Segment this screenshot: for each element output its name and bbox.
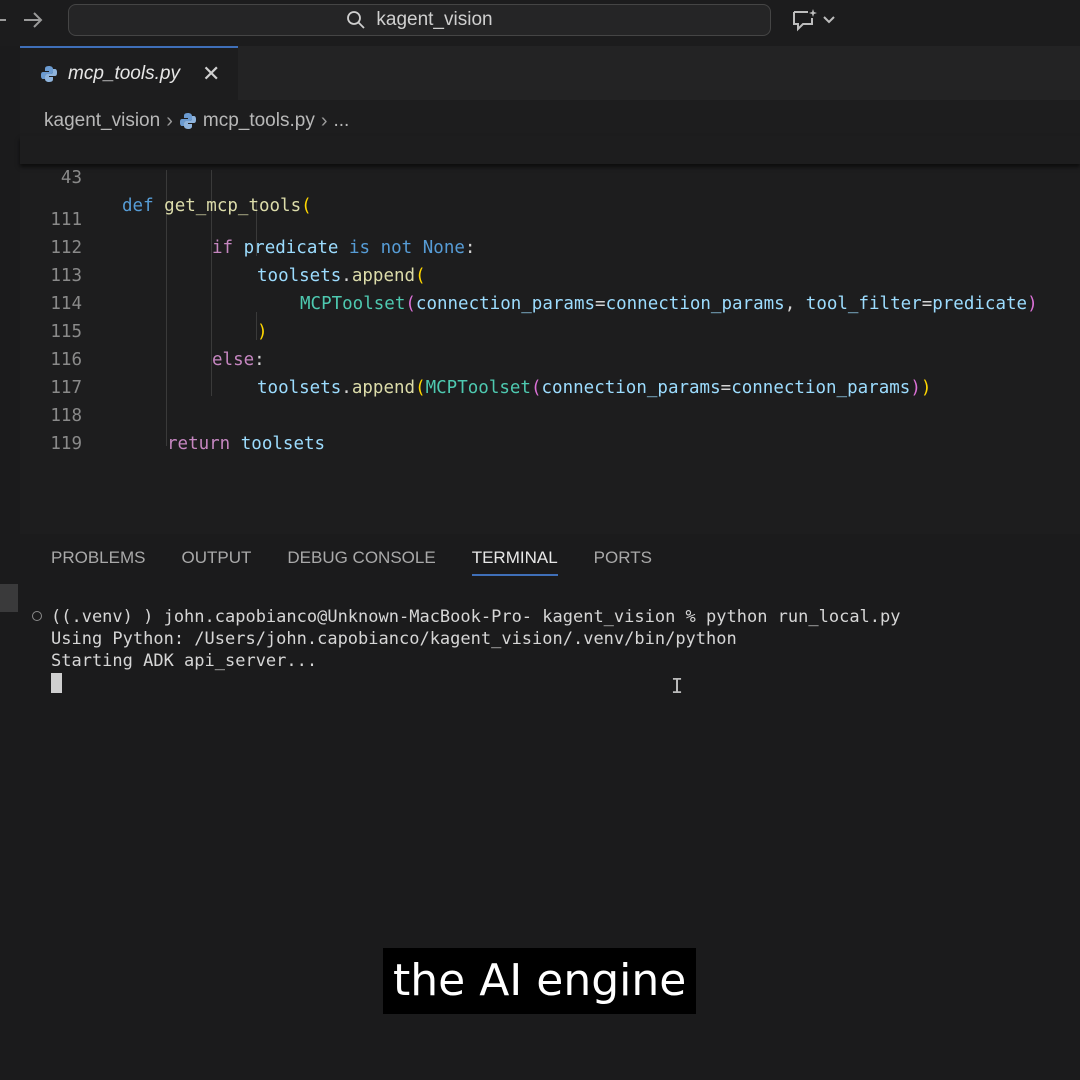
- line-number: 43: [60, 168, 82, 188]
- code-line: 114 ): [20, 262, 267, 342]
- terminal-cursor: [51, 673, 62, 693]
- code-line: 119: [20, 402, 83, 454]
- tab-label: mcp_tools.py: [68, 63, 180, 84]
- back-arrow-icon[interactable]: [0, 19, 6, 21]
- code-line: 116 toolsets.append(MCPToolset(connectio…: [20, 318, 931, 398]
- video-caption: the AI engine: [383, 948, 697, 1014]
- chevron-down-icon: [823, 16, 835, 24]
- tab-debug-console[interactable]: DEBUG CONSOLE: [287, 548, 435, 576]
- search-icon: [347, 11, 366, 29]
- tab-ports[interactable]: PORTS: [594, 548, 652, 576]
- chevron-right-icon: ›: [320, 109, 328, 132]
- terminal-line: Using Python: /Users/john.capobianco/kag…: [51, 629, 737, 649]
- sticky-scroll-header[interactable]: 43 def get_mcp_tools(: [20, 136, 1080, 216]
- tab-output[interactable]: OUTPUT: [181, 548, 251, 576]
- forward-arrow-icon[interactable]: [22, 10, 44, 30]
- terminal-line: ((.venv) ) john.capobianco@Unknown-MacBo…: [51, 607, 901, 627]
- python-file-icon: [179, 113, 196, 129]
- search-label: kagent_vision: [376, 9, 493, 30]
- chevron-right-icon: ›: [166, 109, 173, 132]
- chat-icon: [793, 9, 817, 32]
- terminal-output[interactable]: ((.venv) ) john.capobianco@Unknown-MacBo…: [51, 606, 901, 672]
- editor-tab-bar: mcp_tools.py ✕: [20, 46, 1080, 100]
- command-center-search[interactable]: kagent_vision: [68, 4, 771, 36]
- title-bar: kagent_vision: [0, 0, 1080, 46]
- chat-button[interactable]: [790, 8, 836, 32]
- python-file-icon: [41, 66, 57, 82]
- editor-area: mcp_tools.py ✕ kagent_vision › mcp_tools…: [20, 46, 1080, 534]
- tab-terminal[interactable]: TERMINAL: [471, 548, 558, 576]
- terminal-line: Starting ADK api_server...: [51, 651, 318, 671]
- keyword-def: def: [122, 196, 154, 216]
- command-status-icon: [32, 611, 42, 621]
- code-line: 115 else:: [20, 290, 264, 370]
- paren: (: [301, 196, 312, 216]
- code-line: 117: [20, 346, 83, 398]
- text-cursor-icon: I: [671, 674, 684, 698]
- breadcrumb-more[interactable]: ...: [334, 110, 350, 132]
- tab-mcp-tools[interactable]: mcp_tools.py ✕: [20, 46, 238, 100]
- breadcrumb: kagent_vision › mcp_tools.py › ...: [44, 106, 349, 136]
- line-number: 119: [50, 434, 82, 454]
- code-line: 118 return toolsets: [20, 374, 325, 454]
- function-name: get_mcp_tools: [164, 196, 302, 216]
- breadcrumb-file[interactable]: mcp_tools.py: [203, 110, 315, 132]
- close-icon[interactable]: ✕: [202, 61, 220, 87]
- panel-tabs: PROBLEMS OUTPUT DEBUG CONSOLE TERMINAL P…: [51, 548, 688, 576]
- tab-problems[interactable]: PROBLEMS: [51, 548, 145, 576]
- panel-side-strip: [0, 584, 18, 612]
- breadcrumb-folder[interactable]: kagent_vision: [44, 110, 160, 132]
